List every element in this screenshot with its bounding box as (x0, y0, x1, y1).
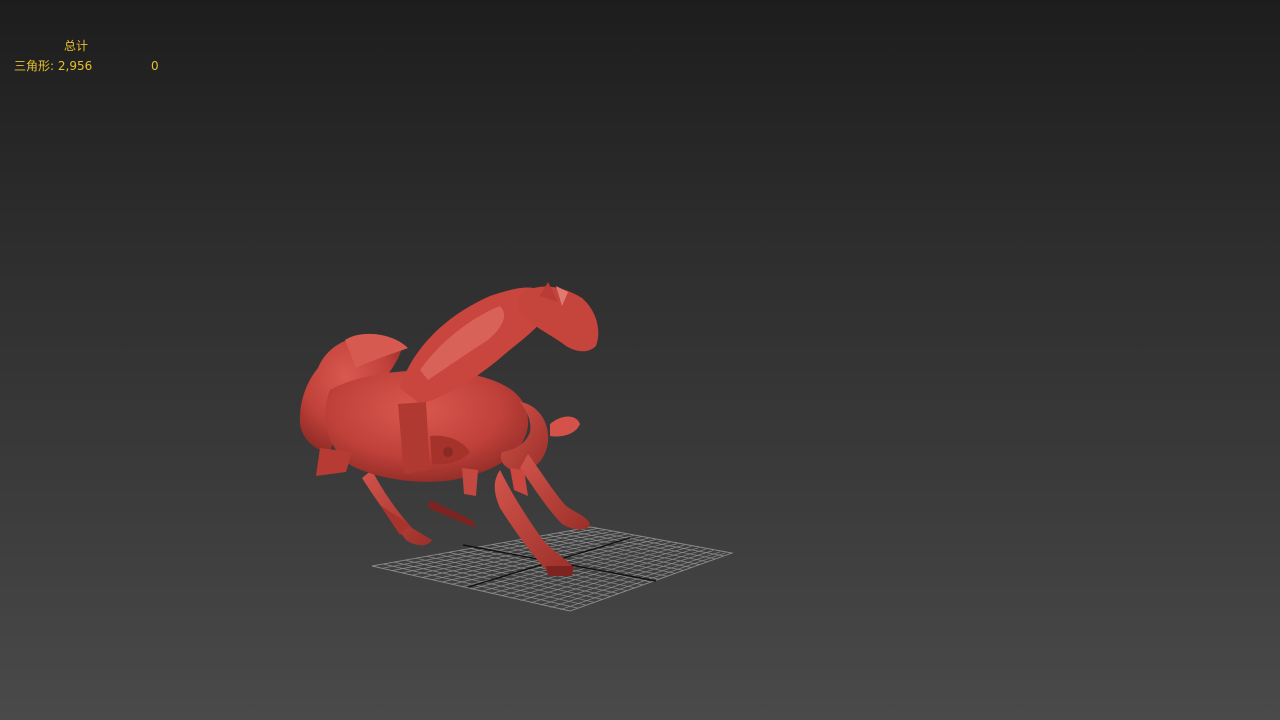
3d-viewport[interactable]: 总计 三角形: 2,956 0 (0, 0, 1280, 720)
horse-model (299, 282, 599, 576)
viewport-scene (299, 282, 734, 612)
